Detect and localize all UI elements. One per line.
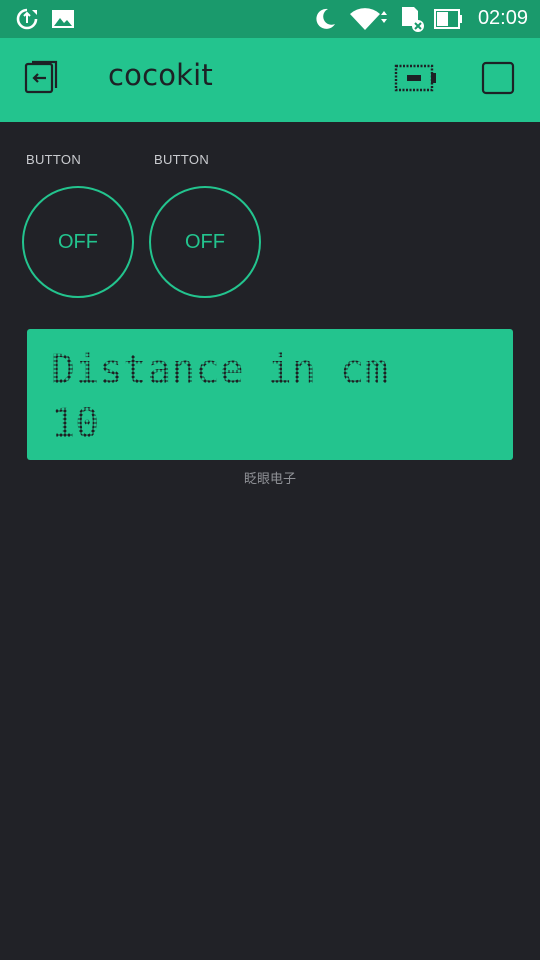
sync-icon [14,6,40,32]
battery-icon [434,6,464,32]
exit-button[interactable] [20,58,64,102]
clock-time: 02:09 [477,7,528,29]
toggle-button[interactable]: OFF [22,186,134,298]
lcd-display[interactable]: Distance in cm 10 [27,329,513,460]
button-state-text: OFF [58,230,98,253]
sd-card-icon [398,6,426,32]
exit-icon [22,58,62,102]
lcd-caption: 眨眼电子 [243,472,296,487]
app-title: cocokit [108,58,213,92]
device-icon [393,63,439,97]
stop-square-icon [481,61,515,99]
app-toolbar: cocokit [0,38,540,122]
lcd-line-1: Distance in cm [51,347,389,393]
stop-button[interactable] [480,61,516,99]
button-widget-label: BUTTON [26,152,82,167]
toggle-button[interactable]: OFF [149,186,261,298]
status-bar: 02:09 [0,0,540,38]
app-screen: 02:09 cocokit BUTTON OFF BUTTON OFF Dist… [0,0,540,960]
wifi-icon [348,6,390,32]
image-icon [50,6,76,32]
button-state-text: OFF [185,230,225,253]
moon-icon [312,6,338,32]
lcd-line-2: 10 [51,401,100,447]
button-widget-label: BUTTON [154,152,210,167]
device-button[interactable] [392,64,440,96]
